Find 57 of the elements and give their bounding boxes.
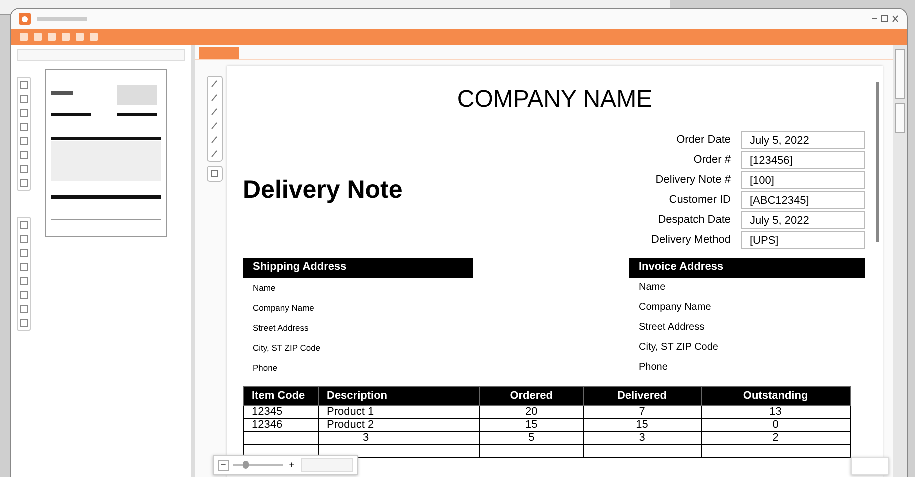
zoom-slider-thumb[interactable] [242,461,249,469]
field-label: Customer ID [668,194,731,206]
table-cell: 12345 [244,406,318,418]
zoom-out-button[interactable]: − [218,460,230,470]
field-label: Order Date [676,134,731,146]
field-label: Despatch Date [657,214,731,226]
address-heading: Invoice Address [629,258,865,278]
table-cell: 7 [583,406,702,418]
field-label: Delivery Method [650,234,731,246]
window-controls-icon[interactable] [871,15,899,23]
column-header: Delivered [583,386,702,406]
address-line: Company Name [252,302,316,315]
app-logo-icon [19,13,31,25]
field-value: [ABC12345] [741,191,865,209]
page-thumbnail-drawing[interactable] [45,69,167,237]
table-cell: 12346 [244,418,318,432]
field-value: [100] [741,171,865,189]
zoom-field[interactable] [300,458,353,472]
field-label: Delivery Note # [654,174,731,186]
table-cell: 2 [701,432,850,444]
column-header: Ordered [480,386,584,406]
table-cell: 15 [583,418,702,432]
table-cell: Product 2 [318,418,480,432]
address-line: Street Address [638,321,706,335]
table-cell: 15 [480,418,584,432]
side-panel-tab[interactable] [895,49,905,99]
address-line: Name [252,282,277,295]
table-cell: 13 [701,406,850,418]
address-heading: Shipping Address [243,258,473,278]
table-cell: 20 [480,406,584,418]
address-line: Phone [252,362,279,375]
address-line: City, ST ZIP Code [252,342,322,355]
address-line: Company Name [638,301,712,315]
address-line: Name [638,281,667,295]
table-cell: 3 [318,432,480,444]
table-cell: Product 1 [318,406,480,418]
field-label: Order # [692,154,731,166]
field-value: July 5, 2022 [741,131,865,149]
document-title: Delivery Note [243,176,403,204]
table-cell: 3 [583,432,702,444]
field-value: [UPS] [741,231,865,249]
column-header: Outstanding [701,386,850,406]
page-field[interactable] [851,457,889,475]
zoom-in-button[interactable]: + [287,460,297,470]
tool-icon[interactable] [211,170,219,178]
table-cell: 5 [480,432,584,444]
field-value: July 5, 2022 [741,211,865,229]
column-header: Description [318,386,480,406]
scrollbar[interactable] [876,82,879,242]
column-header: Item Code [244,386,318,406]
field-value: [123456] [741,151,865,169]
company-name: COMPANY NAME [456,86,654,114]
table-cell: 0 [701,418,850,432]
address-line: Phone [638,361,669,375]
address-line: City, ST ZIP Code [638,341,720,355]
side-panel-tab[interactable] [895,103,905,133]
address-line: Street Address [252,322,310,335]
